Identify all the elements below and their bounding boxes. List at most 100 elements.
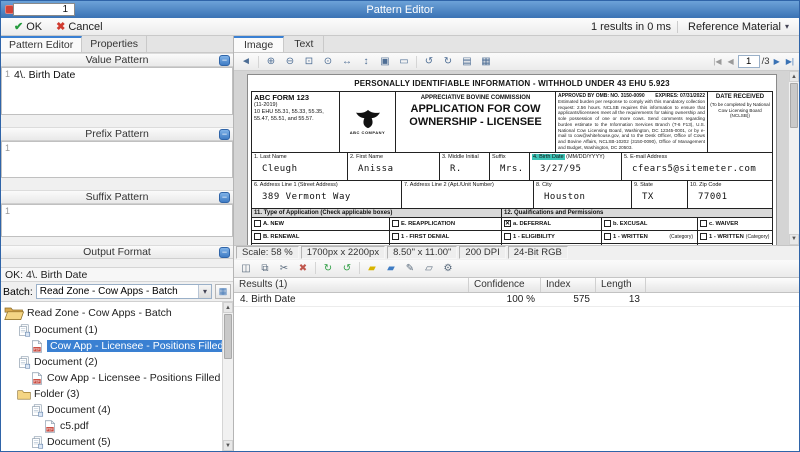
field-hint: (MM/DD/YYYY) [566, 154, 605, 160]
form-number: ABC FORM 123 [254, 93, 337, 102]
scrollbar-thumb[interactable] [224, 314, 232, 359]
document-icon [30, 436, 44, 449]
field-label: 10. Zip Code [690, 182, 772, 188]
pattern-panel: Pattern Editor Properties Value Pattern … [1, 36, 234, 451]
chevron-down-icon: ▾ [198, 285, 211, 298]
cancel-button[interactable]: ✖ Cancel [49, 19, 109, 35]
tree-item[interactable]: Document (4) [1, 402, 222, 418]
column-index[interactable]: Index [541, 278, 596, 292]
svg-text:PDF: PDF [34, 379, 41, 383]
reference-material-button[interactable]: Reference Material ▾ [684, 21, 793, 33]
tab-pattern-editor[interactable]: Pattern Editor [1, 36, 82, 52]
fit-page-icon[interactable]: ▣ [376, 54, 394, 69]
field-value: 389 Vermont Way [254, 192, 401, 202]
rotate-right-icon[interactable]: ↻ [439, 54, 457, 69]
scroll-up-icon[interactable]: ▲ [789, 71, 799, 82]
column-results[interactable]: Results (1) [234, 278, 469, 292]
tree-item[interactable]: PDF Cow App - Licensee - Positions Filled… [1, 370, 222, 386]
value-pattern-title: Value Pattern [86, 54, 149, 66]
page-number-input[interactable]: 1 [738, 55, 760, 68]
collapse-button[interactable]: − [219, 192, 230, 203]
tab-image[interactable]: Image [234, 36, 284, 52]
highlighter-blue-icon[interactable]: ▰ [382, 261, 400, 276]
logo-emblem-icon [353, 108, 383, 130]
refresh-icon[interactable]: ↻ [319, 261, 337, 276]
command-bar: ✔ OK ✖ Cancel 1 results in 0 ms Referenc… [1, 18, 799, 36]
tree-item[interactable]: Document (1) [1, 322, 222, 338]
pdf-icon: PDF [43, 420, 57, 433]
tree-item[interactable]: PDFc1.pdf [1, 450, 222, 451]
field-label: 3. Middle Initial [442, 154, 489, 160]
date-received-label: DATE RECEIVED [709, 94, 771, 100]
last-page-button[interactable]: ▶| [784, 57, 796, 66]
collapse-button[interactable]: − [219, 129, 230, 140]
collapse-button[interactable]: − [219, 55, 230, 66]
value-pattern-input[interactable]: 1 4\. Birth Date [1, 67, 233, 115]
field-first-name: 2. First Name Anissa [348, 153, 440, 180]
date-received-block: DATE RECEIVED (To be completed by Nation… [708, 92, 772, 152]
cut-icon[interactable]: ✂ [275, 261, 293, 276]
tree-item-label: Cow App - Licensee - Positions Filled - … [47, 372, 222, 384]
refresh-all-icon[interactable]: ↺ [338, 261, 356, 276]
save-icon[interactable]: ◫ [237, 261, 255, 276]
tree-item[interactable]: Document (5) [1, 434, 222, 450]
viewer-area: Image Text ◄⊕⊖⊡⊙↔↕▣▭↺↻▤▦ |◀ ◀ 1 /3 ▶ ▶| … [234, 36, 799, 451]
zoom-out-icon[interactable]: ⊖ [281, 54, 299, 69]
title-bar[interactable]: Pattern Editor [1, 1, 799, 18]
annotation-toolbar: ◫⧉✂✖↻↺▰▰✎▱⚙ [234, 260, 799, 278]
rotate-left-icon[interactable]: ↺ [420, 54, 438, 69]
results-empty-area [234, 307, 799, 452]
batch-select[interactable]: Read Zone - Cow Apps - Batch ▾ [36, 284, 212, 299]
tree-item[interactable]: PDFc5.pdf [1, 418, 222, 434]
checkbox [254, 220, 261, 227]
tree-scrollbar[interactable]: ▲ ▼ [222, 302, 233, 451]
prefix-pattern-input[interactable]: 1 [1, 141, 233, 178]
settings-icon[interactable]: ⚙ [439, 261, 457, 276]
tab-properties[interactable]: Properties [82, 36, 147, 52]
zoom-window-icon[interactable]: ⊡ [300, 54, 318, 69]
highlighter-yellow-icon[interactable]: ▰ [363, 261, 381, 276]
result-page: 1 [13, 3, 75, 16]
scroll-down-icon[interactable]: ▼ [223, 440, 233, 451]
fit-height-icon[interactable]: ↕ [357, 54, 375, 69]
zoom-dynamic-icon[interactable]: ⊙ [319, 54, 337, 69]
result-name: 4. Birth Date [234, 293, 469, 306]
actual-size-icon[interactable]: ▭ [395, 54, 413, 69]
next-page-button[interactable]: ▶ [772, 57, 782, 66]
tree-item[interactable]: Document (2) [1, 354, 222, 370]
pen-icon[interactable]: ✎ [401, 261, 419, 276]
column-length[interactable]: Length [596, 278, 646, 292]
scrollbar-thumb[interactable] [790, 83, 798, 128]
suffix-pattern-input[interactable]: 1 [1, 204, 233, 237]
image-settings-icon[interactable]: ▦ [477, 54, 495, 69]
thumbnails-icon[interactable]: ▤ [458, 54, 476, 69]
first-page-button[interactable]: |◀ [711, 57, 723, 66]
collapse-button[interactable]: − [219, 247, 230, 258]
tree-item[interactable]: PDFCow App - Licensee - Positions Filled… [1, 338, 222, 354]
field-state: 9. State TX [632, 181, 688, 208]
scroll-up-icon[interactable]: ▲ [223, 302, 233, 313]
batch-options-button[interactable]: ▦ [215, 284, 231, 299]
svg-text:PDF: PDF [34, 347, 41, 351]
tab-text[interactable]: Text [284, 36, 324, 52]
document-page[interactable]: PERSONALLY IDENTIFIABLE INFORMATION - WI… [247, 74, 777, 245]
ok-button[interactable]: ✔ OK [7, 19, 49, 35]
tree-item[interactable]: Folder (3) [1, 386, 222, 402]
eraser-icon[interactable]: ▱ [420, 261, 438, 276]
tree-item[interactable]: Read Zone - Cow Apps - Batch [1, 303, 222, 322]
fit-width-icon[interactable]: ↔ [338, 54, 356, 69]
form-number-block: ABC FORM 123 (11-2019) 10 EHU 55.31, 55.… [252, 92, 340, 152]
zoom-in-icon[interactable]: ⊕ [262, 54, 280, 69]
image-viewport[interactable]: PERSONALLY IDENTIFIABLE INFORMATION - WI… [234, 71, 799, 245]
form-body: ABC FORM 123 (11-2019) 10 EHU 55.31, 55.… [251, 91, 773, 245]
delete-icon[interactable]: ✖ [294, 261, 312, 276]
scroll-down-icon[interactable]: ▼ [789, 234, 799, 245]
viewer-scrollbar[interactable]: ▲ ▼ [788, 71, 799, 245]
result-row[interactable]: 4. Birth Date100 %157513 [234, 293, 799, 307]
checkbox-row: B. RENEWAL [252, 231, 390, 243]
checkbox-row: 2 - SECOND DENIAL [390, 244, 502, 245]
copy-icon[interactable]: ⧉ [256, 261, 274, 276]
back-icon[interactable]: ◄ [237, 54, 255, 69]
prev-page-button[interactable]: ◀ [726, 57, 736, 66]
column-confidence[interactable]: Confidence [469, 278, 541, 292]
